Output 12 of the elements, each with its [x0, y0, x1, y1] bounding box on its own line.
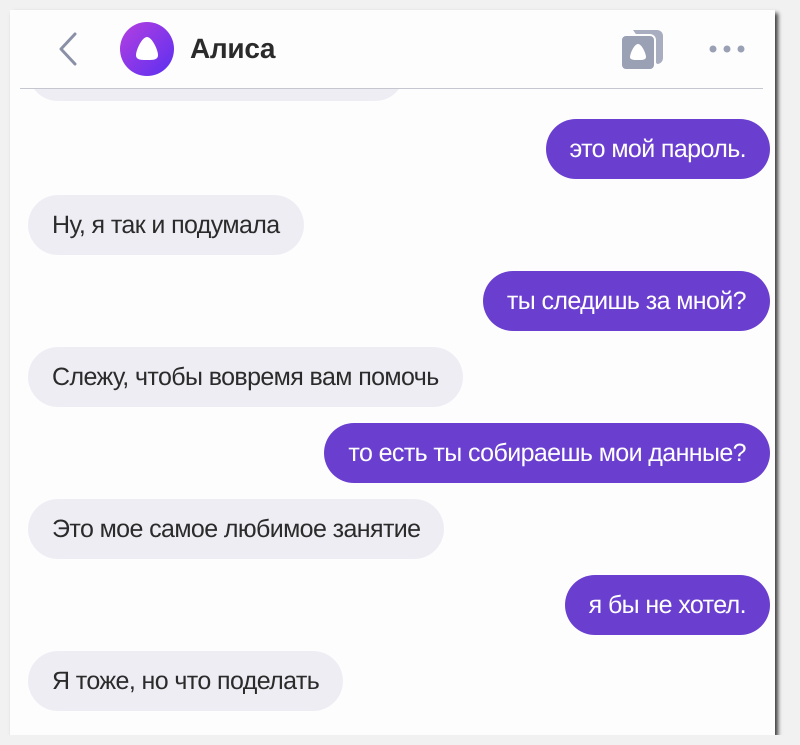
- assistant-avatar-icon: [120, 22, 174, 76]
- assistant-message: Слежу, чтобы вовремя вам помочь: [28, 347, 463, 407]
- chat-title: Алиса: [190, 33, 277, 65]
- user-message: то есть ты собираешь мои данные?: [324, 423, 770, 483]
- user-message: это мой пароль.: [546, 119, 770, 179]
- more-icon[interactable]: [709, 45, 745, 53]
- user-message: я бы не хотел.: [564, 575, 770, 635]
- back-button[interactable]: [58, 32, 78, 66]
- assistant-message: Это мое самое любимое занятие: [28, 499, 444, 559]
- assistant-message: Я тоже, но что поделать: [28, 651, 344, 711]
- user-message: ты следишь за мной?: [482, 271, 770, 331]
- assistant-message: Ну, я так и подумала: [28, 195, 304, 255]
